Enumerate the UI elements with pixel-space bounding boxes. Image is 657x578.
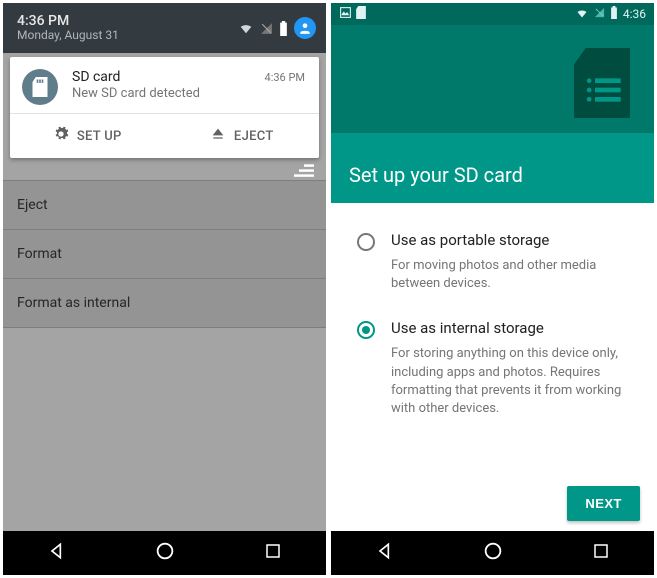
nav-back-icon[interactable] [47,541,67,565]
nav-home-icon[interactable] [482,540,504,566]
status-time: 4:36 [623,7,646,21]
option-internal-label: Use as internal storage [391,319,544,339]
status-date: Monday, August 31 [17,29,119,43]
notification-title: SD card [72,69,120,85]
right-screen: 4:36 Set up your SD card [331,3,654,575]
nav-home-icon[interactable] [154,540,176,566]
option-internal[interactable]: Use as internal storage [357,311,634,343]
phone-left: 4:36 PM Monday, August 31 [3,3,326,575]
wifi-icon [238,21,254,35]
shade-handle-icon[interactable] [3,158,326,180]
menu-eject[interactable]: Eject [3,180,326,230]
sd-card-hero-icon [574,47,630,123]
status-right [238,17,316,39]
notification-subtitle: New SD card detected [72,86,305,101]
menu-format[interactable]: Format [3,230,326,279]
status-left [339,6,366,22]
notification-content: SD card 4:36 PM New SD card detected [10,57,319,113]
status-bar: 4:36 PM Monday, August 31 [3,3,326,53]
profile-avatar-icon[interactable] [294,17,316,39]
notification-timestamp: 4:36 PM [265,71,305,84]
radio-unselected-icon [357,233,375,251]
menu-format-internal[interactable]: Format as internal [3,279,326,328]
option-portable-desc: For moving photos and other media betwee… [391,257,634,293]
nav-back-icon[interactable] [375,541,395,565]
notification-body: SD card 4:36 PM New SD card detected [72,69,305,101]
phone-right: 4:36 Set up your SD card [331,3,654,575]
status-left: 4:36 PM Monday, August 31 [17,13,119,43]
notification-actions: SET UP EJECT [10,113,319,158]
setup-button[interactable]: SET UP [10,114,165,158]
nav-bar [331,531,654,575]
nav-bar [3,531,326,575]
status-right: 4:36 [575,6,646,22]
status-bar: 4:36 [331,3,654,25]
left-screen: 4:36 PM Monday, August 31 [3,3,326,575]
gear-icon [53,126,69,146]
eject-icon [210,126,226,146]
screenshot-icon [339,6,352,22]
battery-icon [279,21,288,36]
storage-options: Use as portable storage For moving photo… [331,203,654,418]
eject-button[interactable]: EJECT [165,114,320,158]
page-title: Set up your SD card [349,163,523,187]
signal-icon [260,22,273,35]
next-button-wrap: NEXT [567,486,640,521]
option-portable-label: Use as portable storage [391,231,549,251]
signal-icon [594,7,605,21]
context-menu: Eject Format Format as internal [3,180,326,328]
nav-recent-icon[interactable] [264,542,282,564]
setup-header: Set up your SD card [331,25,654,203]
option-internal-desc: For storing anything on this device only… [391,345,634,418]
sd-small-icon [356,6,366,22]
wifi-icon [575,7,589,22]
sd-card-notification[interactable]: SD card 4:36 PM New SD card detected SET… [10,57,319,158]
status-time: 4:36 PM [17,13,119,29]
eject-label: EJECT [234,129,274,144]
option-portable[interactable]: Use as portable storage [357,223,634,255]
radio-selected-icon [357,321,375,339]
nav-recent-icon[interactable] [592,542,610,564]
next-button[interactable]: NEXT [567,486,640,521]
battery-icon [610,6,618,22]
setup-label: SET UP [77,129,122,144]
sd-card-icon [22,69,58,105]
